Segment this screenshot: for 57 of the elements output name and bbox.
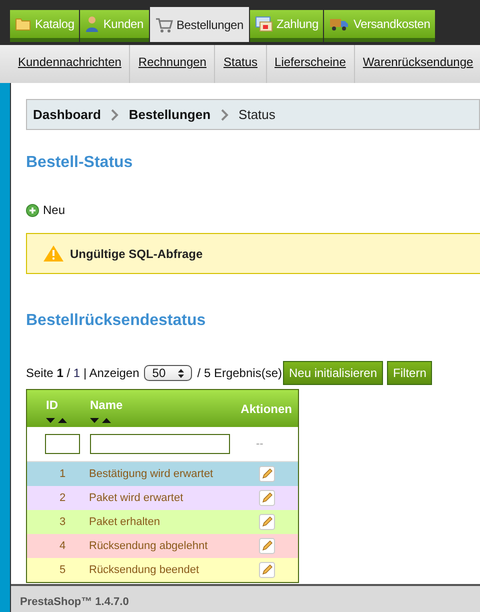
cart-icon <box>154 16 172 32</box>
chevron-icon <box>110 108 119 120</box>
breadcrumb-item[interactable]: Bestellungen <box>128 104 211 124</box>
card-icon <box>254 16 272 32</box>
subnav-link[interactable]: Warenrücksendunge <box>362 55 474 69</box>
warning-icon <box>43 245 64 262</box>
folder-icon <box>15 17 31 31</box>
table-row[interactable]: 2 Paket wird erwartet <box>27 486 298 510</box>
add-icon <box>26 204 39 216</box>
column-header: Aktionen <box>240 400 292 418</box>
breadcrumb-item[interactable]: Dashboard <box>33 104 101 124</box>
warning-message: Ungültige SQL-Abfrage <box>70 246 203 262</box>
id-cell-text: 1 <box>58 466 67 482</box>
table-button[interactable]: Filtern <box>387 361 432 385</box>
name-cell-text: Rücksendung beendet <box>89 562 200 578</box>
id-cell-text: 3 <box>58 514 67 530</box>
subnav-link[interactable]: Lieferscheine <box>274 55 346 69</box>
section-heading: Bestell-Status <box>26 153 134 173</box>
edit-icon[interactable] <box>259 514 275 530</box>
name-cell-text: Rücksendung abgelehnt <box>89 538 209 554</box>
tab[interactable]: Bestellungen <box>150 7 248 42</box>
edit-icon[interactable] <box>259 562 275 578</box>
subnav-link[interactable]: Rechnungen <box>138 55 206 69</box>
column-header: Name <box>90 397 124 414</box>
stepper-icon <box>178 368 184 378</box>
id-cell-text: 2 <box>58 490 67 506</box>
truck-icon <box>329 17 350 31</box>
table-row[interactable]: 4 Rücksendung abgelehnt <box>27 534 298 558</box>
pagination-text: Seite 1 / 1 | Anzeigen <box>26 365 140 382</box>
id-cell-text: 5 <box>58 562 67 578</box>
subnav-link[interactable]: Kundennachrichten <box>18 55 122 69</box>
new-link[interactable]: Neu <box>43 201 66 219</box>
breadcrumb-item: Status <box>238 106 276 124</box>
table-row[interactable]: 1 Bestätigung wird erwartet <box>27 462 298 486</box>
edit-icon[interactable] <box>259 466 275 482</box>
section-heading: Bestellrücksendestatus <box>26 311 207 331</box>
person-icon <box>85 16 100 32</box>
no-action-text: -- <box>256 436 264 452</box>
id-filter-field[interactable] <box>45 434 80 454</box>
per-page-select[interactable]: 50 <box>144 365 192 381</box>
id-cell-text: 4 <box>58 538 67 554</box>
chevron-icon <box>220 108 229 120</box>
sort-arrows-icon[interactable] <box>90 418 112 424</box>
table-row[interactable]: 3 Paket erhalten <box>27 510 298 534</box>
result-count: / 5 Ergebnis(se) <box>197 365 282 382</box>
table-row[interactable]: 5 Rücksendung beendet <box>27 558 298 582</box>
edit-icon[interactable] <box>259 538 275 554</box>
footer-version: PrestaShop™ 1.4.7.0 <box>20 596 129 608</box>
subnav-link[interactable]: Status <box>223 55 258 69</box>
name-cell-text: Paket wird erwartet <box>89 490 184 506</box>
name-cell-text: Paket erhalten <box>89 514 161 530</box>
table-button[interactable]: Neu initialisieren <box>282 361 384 385</box>
column-header: ID <box>46 397 59 414</box>
edit-icon[interactable] <box>259 490 275 506</box>
name-cell-text: Bestätigung wird erwartet <box>89 466 214 482</box>
name-filter-field[interactable] <box>90 434 230 454</box>
sort-arrows-icon[interactable] <box>46 418 68 424</box>
